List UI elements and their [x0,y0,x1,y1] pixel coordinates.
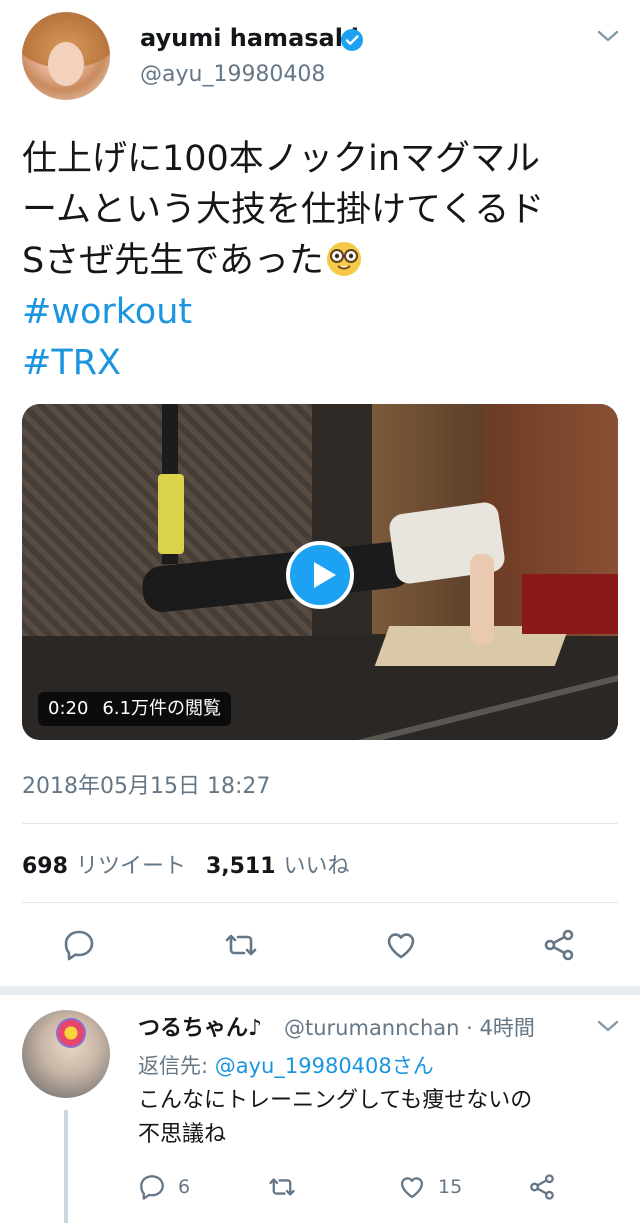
video-frame-box [522,574,618,634]
divider [22,823,618,824]
author-handle[interactable]: @ayu_19980408 [140,62,325,87]
reply-like-count: 15 [438,1176,463,1198]
retweet-label[interactable]: リツイート [76,854,186,879]
hashtag-link[interactable]: #workout [22,287,622,338]
chevron-down-icon[interactable] [596,28,620,44]
reply-author-handle[interactable]: @turumannchan · 4時間 [284,1012,535,1042]
like-button[interactable] [384,928,418,962]
section-separator [0,986,640,995]
retweet-icon [225,934,257,956]
like-icon [400,1177,424,1199]
video-view-count: 6.1万件の閲覧 [102,698,222,719]
reply-icon [140,1175,164,1200]
tweet-text-line: Sさぜ先生であった [22,236,622,287]
reply-share-button[interactable] [528,1172,568,1202]
reply-text-line: 不思議ね [138,1122,227,1147]
retweet-icon [269,1178,295,1196]
divider [22,902,618,903]
tweet-text-line: ームという大技を仕掛けてくるド [22,190,545,230]
like-icon [387,933,415,959]
reply-text: こんなにトレーニングしても痩せないの 不思議ね [138,1084,618,1152]
verified-badge-icon [341,29,363,51]
share-button[interactable] [542,928,576,962]
author-avatar[interactable] [22,12,110,100]
video-info-badge: 0:20 6.1万件の閲覧 [38,692,232,726]
video-player[interactable]: 0:20 6.1万件の閲覧 [22,404,618,740]
tweet-stats: 698 リツイート 3,511 いいね [22,848,370,880]
nerd-face-emoji-icon [326,242,361,276]
reply-author-name[interactable]: つるちゃん♪ [138,1010,262,1042]
tweet-text-line: 仕上げに100本ノックinマグマル [22,139,541,179]
avatar-face [48,42,84,86]
thread-line [64,1110,68,1223]
tweet-text: 仕上げに100本ノックinマグマル ームという大技を仕掛けてくるド Sさぜ先生で… [22,134,622,389]
like-label[interactable]: いいね [284,854,350,879]
reply-to-link[interactable]: @ayu_19980408さん [215,1054,434,1078]
reply-reply-count: 6 [178,1176,191,1198]
chevron-down-icon[interactable] [596,1018,620,1034]
reply-to-line: 返信先: @ayu_19980408さん [138,1050,434,1080]
share-icon [544,929,574,961]
reply-author-avatar[interactable] [22,1010,110,1098]
reply-text-line: こんなにトレーニングしても痩せないの [138,1088,533,1113]
reply-retweet-button[interactable] [268,1172,308,1202]
reply-icon [64,930,94,961]
reply-button[interactable] [62,928,96,962]
play-button[interactable] [286,541,354,609]
video-frame-handle [158,474,184,554]
reply-reply-button[interactable]: 6 [138,1172,190,1202]
like-count[interactable]: 3,511 [206,854,276,879]
avatar-flower [56,1018,86,1048]
retweet-count[interactable]: 698 [22,854,68,879]
retweet-button[interactable] [224,928,258,962]
tweet-text-fragment: Sさぜ先生であった [22,241,324,281]
tweet-timestamp[interactable]: 2018年05月15日 18:27 [22,768,270,800]
reply-like-button[interactable]: 15 [398,1172,462,1202]
share-icon [530,1174,554,1200]
video-duration: 0:20 [48,698,89,719]
reply-to-prefix: 返信先: [138,1054,209,1078]
author-name[interactable]: ayumi hamasaki [140,24,359,52]
hashtag-link[interactable]: #TRX [22,338,622,389]
video-frame-person-arm [470,554,494,644]
